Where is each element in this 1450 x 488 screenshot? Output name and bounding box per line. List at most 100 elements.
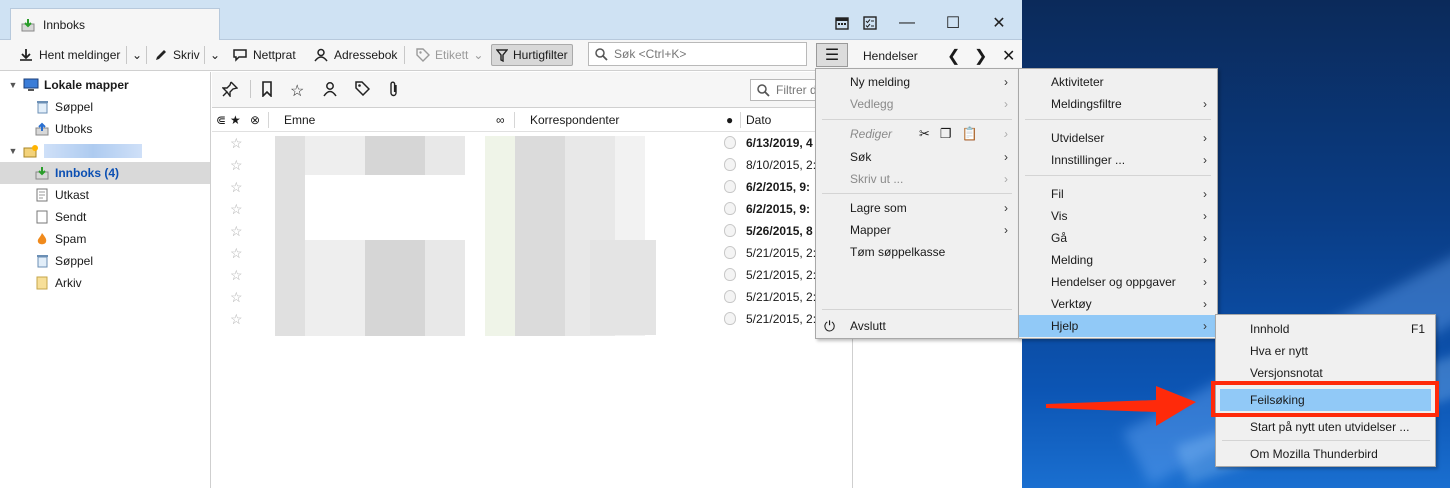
expand-icon[interactable]: ▼ [8,146,18,156]
thread-column-icon[interactable]: ⋐ [216,113,226,127]
contact-filter-icon[interactable] [322,81,338,102]
quick-filter-button[interactable]: Hurtigfilter [491,44,573,66]
menu-tools[interactable]: Verktøy › [1019,293,1217,315]
tab-inbox[interactable]: Innboks [10,8,220,40]
menu-quit[interactable]: ⏻ Avslutt [816,315,1018,337]
menu-attachments[interactable]: Vedlegg › [816,93,1018,115]
star-icon[interactable]: ☆ [230,223,243,240]
menu-file[interactable]: Fil › [1019,183,1217,205]
menu-label: Verktøy [1051,297,1092,311]
chevron-left-icon[interactable]: ❮ [947,46,960,66]
menu-view[interactable]: Vis › [1019,205,1217,227]
chevron-right-icon[interactable]: ❯ [974,46,987,66]
column-correspondents[interactable]: Korrespondenter [530,113,619,127]
star-icon[interactable]: ☆ [230,311,243,328]
app-menu-button[interactable]: ☰ [816,43,848,67]
tag-filter-icon[interactable] [355,81,371,101]
attachment-filter-icon[interactable] [388,81,400,102]
tasks-icon[interactable] [856,8,884,38]
message-date: 8/10/2015, 2: [746,158,817,172]
folder-local-trash[interactable]: Søppel [0,96,210,118]
star-filter-icon[interactable]: ☆ [290,81,304,101]
menu-message-filters[interactable]: Meldingsfiltre › [1019,93,1217,115]
menu-activities[interactable]: Aktiviteter [1019,71,1217,93]
write-button[interactable]: Skriv [150,44,204,66]
junk-status-icon[interactable] [724,290,736,303]
folder-inbox[interactable]: Innboks (4) [0,162,210,184]
menu-edit[interactable]: Rediger › [816,123,1018,145]
expand-icon[interactable]: ▼ [8,80,18,90]
junk-status-icon[interactable] [724,136,736,149]
junk-status-icon[interactable] [724,268,736,281]
star-column-icon[interactable]: ★ [230,113,241,127]
junk-status-icon[interactable] [724,312,736,325]
menu-save-as[interactable]: Lagre som › [816,197,1018,219]
write-dropdown[interactable]: ⌄ [206,44,224,66]
drafts-icon [34,187,50,203]
menu-restart-without-addons[interactable]: Start på nytt uten utvidelser ... [1216,416,1435,438]
attachment-column-icon[interactable]: ⊗ [250,113,260,127]
junk-column-icon[interactable]: ● [726,113,733,127]
star-icon[interactable]: ☆ [230,157,243,174]
get-messages-button[interactable]: Hent meldinger [14,44,124,66]
address-book-button[interactable]: Adressebok [309,44,401,66]
pin-icon[interactable] [221,81,239,102]
menu-label: Om Mozilla Thunderbird [1250,447,1378,461]
chevron-right-icon: › [1004,201,1008,215]
menu-extensions[interactable]: Utvidelser › [1019,127,1217,149]
menu-label: Hendelser og oppgaver [1051,275,1176,289]
menu-contents[interactable]: Innhold F1 [1216,318,1435,340]
folder-spam[interactable]: Spam [0,228,210,250]
star-icon[interactable]: ☆ [230,289,243,306]
star-icon[interactable]: ☆ [230,267,243,284]
folder-trash[interactable]: Søppel [0,250,210,272]
folder-account[interactable]: ▼ [0,140,210,162]
menu-events-tasks[interactable]: Hendelser og oppgaver › [1019,271,1217,293]
junk-status-icon[interactable] [724,224,736,237]
menu-settings[interactable]: Innstillinger ... › [1019,149,1217,171]
star-icon[interactable]: ☆ [230,201,243,218]
folder-sent[interactable]: Sendt [0,206,210,228]
star-icon[interactable]: ☆ [230,179,243,196]
search-input[interactable]: Søk <Ctrl+K> [588,42,807,66]
chevron-down-icon: ⌄ [132,48,143,62]
folder-outbox[interactable]: Utboks [0,118,210,140]
menu-message[interactable]: Melding › [1019,249,1217,271]
folder-drafts[interactable]: Utkast [0,184,210,206]
read-column-icon[interactable]: ∞ [496,113,505,127]
menu-search[interactable]: Søk › [816,146,1018,168]
menu-print[interactable]: Skriv ut ... › [816,168,1018,190]
column-subject[interactable]: Emne [284,113,315,127]
star-icon[interactable]: ☆ [230,245,243,262]
menu-folders[interactable]: Mapper › [816,219,1018,241]
column-date[interactable]: Dato [746,113,771,127]
minimize-icon[interactable]: — [884,8,930,38]
menu-whats-new[interactable]: Hva er nytt [1216,340,1435,362]
close-icon[interactable]: ✕ [976,8,1022,38]
get-messages-dropdown[interactable]: ⌄ [128,44,146,66]
close-events-icon[interactable]: ✕ [1002,46,1015,66]
chevron-right-icon: › [1203,297,1207,311]
junk-status-icon[interactable] [724,158,736,171]
menu-empty-trash[interactable]: Tøm søppelkasse [816,241,1018,263]
unread-filter-icon[interactable] [260,81,274,102]
folder-local-folders[interactable]: ▼ Lokale mapper [0,74,210,96]
menu-label: Vis [1051,209,1068,223]
junk-status-icon[interactable] [724,202,736,215]
star-icon[interactable]: ☆ [230,135,243,152]
copy-icon[interactable]: ❐ [940,126,952,142]
menu-new-message[interactable]: Ny melding › [816,71,1018,93]
maximize-icon[interactable]: ☐ [930,8,976,38]
menu-about[interactable]: Om Mozilla Thunderbird [1216,443,1435,465]
paste-icon[interactable]: 📋 [962,126,978,142]
cut-icon[interactable]: ✂ [919,126,930,142]
hamburger-icon: ☰ [824,47,840,64]
chat-button[interactable]: Nettprat [228,44,300,66]
menu-go[interactable]: Gå › [1019,227,1217,249]
calendar-icon[interactable] [828,8,856,38]
junk-status-icon[interactable] [724,180,736,193]
menu-help[interactable]: Hjelp › [1019,315,1217,337]
folder-archive[interactable]: Arkiv [0,272,210,294]
tag-button[interactable]: Etikett ⌄ [412,44,487,66]
junk-status-icon[interactable] [724,246,736,259]
